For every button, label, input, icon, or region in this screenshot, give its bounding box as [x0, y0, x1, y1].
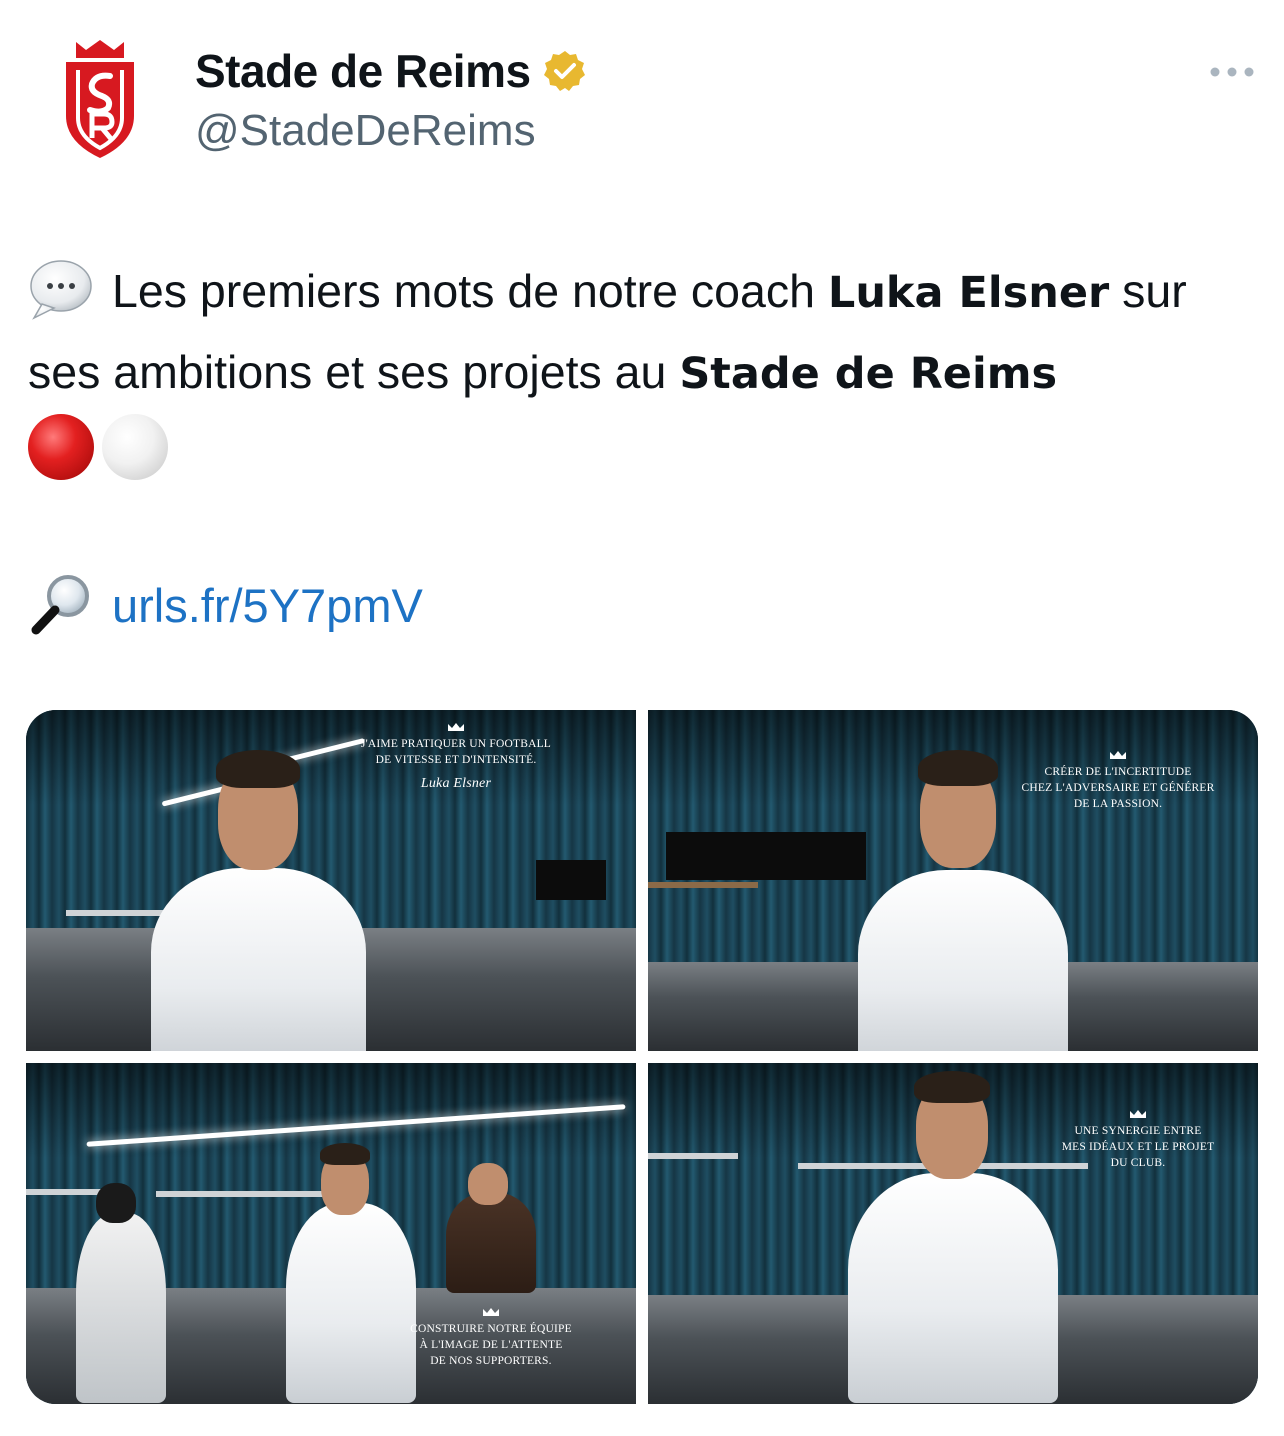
chef-apron — [446, 1193, 536, 1293]
verified-badge-icon[interactable] — [543, 49, 587, 93]
coach-hair — [216, 750, 300, 788]
tweet-text-part1: Les premiers mots de notre coach — [112, 265, 828, 317]
ceiling-light — [86, 1104, 626, 1147]
coach-hair — [320, 1143, 370, 1165]
photo-caption: CRÉER DE L'INCERTITUDE CHEZ L'ADVERSAIRE… — [1003, 750, 1233, 812]
caption-line: DE LA PASSION. — [1073, 798, 1163, 810]
media-photo-2[interactable]: CRÉER DE L'INCERTITUDE CHEZ L'ADVERSAIRE… — [648, 710, 1258, 1051]
chef-figure — [66, 1183, 186, 1403]
media-photo-1[interactable]: J'AIME PRATIQUER UN FOOTBALL DE VITESSE … — [26, 710, 636, 1051]
club-name: Stade de Reims — [679, 349, 1058, 399]
crown-icon — [448, 723, 464, 731]
more-dots-icon[interactable] — [1208, 58, 1256, 86]
media-grid: J'AIME PRATIQUER UN FOOTBALL DE VITESSE … — [26, 710, 1258, 1404]
caption-line: MES IDÉAUX ET LE PROJET — [1061, 1141, 1215, 1153]
emoji-circles — [28, 414, 168, 480]
caption-line: DU CLUB. — [1110, 1157, 1166, 1169]
photo-caption: UNE SYNERGIE ENTRE MES IDÉAUX ET LE PROJ… — [1028, 1109, 1248, 1171]
white-circle-icon — [102, 414, 168, 480]
coach-hair — [914, 1071, 990, 1103]
caption-line: UNE SYNERGIE ENTRE — [1074, 1125, 1202, 1137]
red-circle-icon — [28, 414, 94, 480]
tweet-header: Stade de Reims @StadeDeReims — [0, 0, 1284, 200]
caption-line: À L'IMAGE DE L'ATTENTE — [419, 1339, 563, 1351]
hood-lamp — [536, 860, 606, 900]
white-shirt — [151, 868, 366, 1051]
coach-hair — [918, 750, 998, 786]
wood-shelf — [648, 882, 758, 888]
crown-icon — [483, 1308, 499, 1316]
stade-de-reims-crest-icon[interactable] — [52, 38, 148, 160]
white-shirt — [286, 1203, 416, 1403]
crown-icon — [1110, 751, 1126, 759]
display-name[interactable]: Stade de Reims — [195, 44, 531, 98]
photo-caption: J'AIME PRATIQUER UN FOOTBALL DE VITESSE … — [336, 722, 576, 792]
caption-line: DE NOS SUPPORTERS. — [430, 1355, 552, 1367]
chef-head — [96, 1183, 136, 1223]
media-photo-4[interactable]: UNE SYNERGIE ENTRE MES IDÉAUX ET LE PROJ… — [648, 1063, 1258, 1404]
caption-line: J'AIME PRATIQUER UN FOOTBALL — [360, 738, 552, 750]
caption-line: CHEZ L'ADVERSAIRE ET GÉNÉRER — [1021, 782, 1215, 794]
chef-figure — [436, 1163, 546, 1293]
crown-icon — [1130, 1110, 1146, 1118]
tweet-link[interactable]: urls.fr/5Y7pmV — [112, 578, 423, 633]
kitchen-shelf — [648, 1153, 738, 1159]
tweet-text: Les premiers mots de notre coach Luka El… — [28, 252, 1264, 414]
name-row: Stade de Reims — [195, 44, 587, 98]
chef-shirt — [76, 1213, 166, 1403]
white-shirt — [848, 1173, 1058, 1403]
photo-caption: CONSTRUIRE NOTRE ÉQUIPE À L'IMAGE DE L'A… — [376, 1307, 606, 1369]
speech-bubble-icon — [30, 259, 92, 320]
account-handle[interactable]: @StadeDeReims — [195, 106, 536, 156]
caption-line: CRÉER DE L'INCERTITUDE — [1044, 766, 1192, 778]
hanging-lamp — [666, 832, 866, 880]
signature: Luka Elsner — [420, 776, 492, 791]
caption-line: CONSTRUIRE NOTRE ÉQUIPE — [410, 1323, 572, 1335]
media-photo-3[interactable]: CONSTRUIRE NOTRE ÉQUIPE À L'IMAGE DE L'A… — [26, 1063, 636, 1404]
magnifying-glass-icon — [31, 575, 89, 635]
link-row: urls.fr/5Y7pmV — [28, 572, 423, 638]
coach-name: Luka Elsner — [827, 268, 1110, 318]
caption-line: DE VITESSE ET D'INTENSITÉ. — [375, 754, 537, 766]
chef-head — [468, 1163, 508, 1205]
white-shirt — [858, 870, 1068, 1051]
